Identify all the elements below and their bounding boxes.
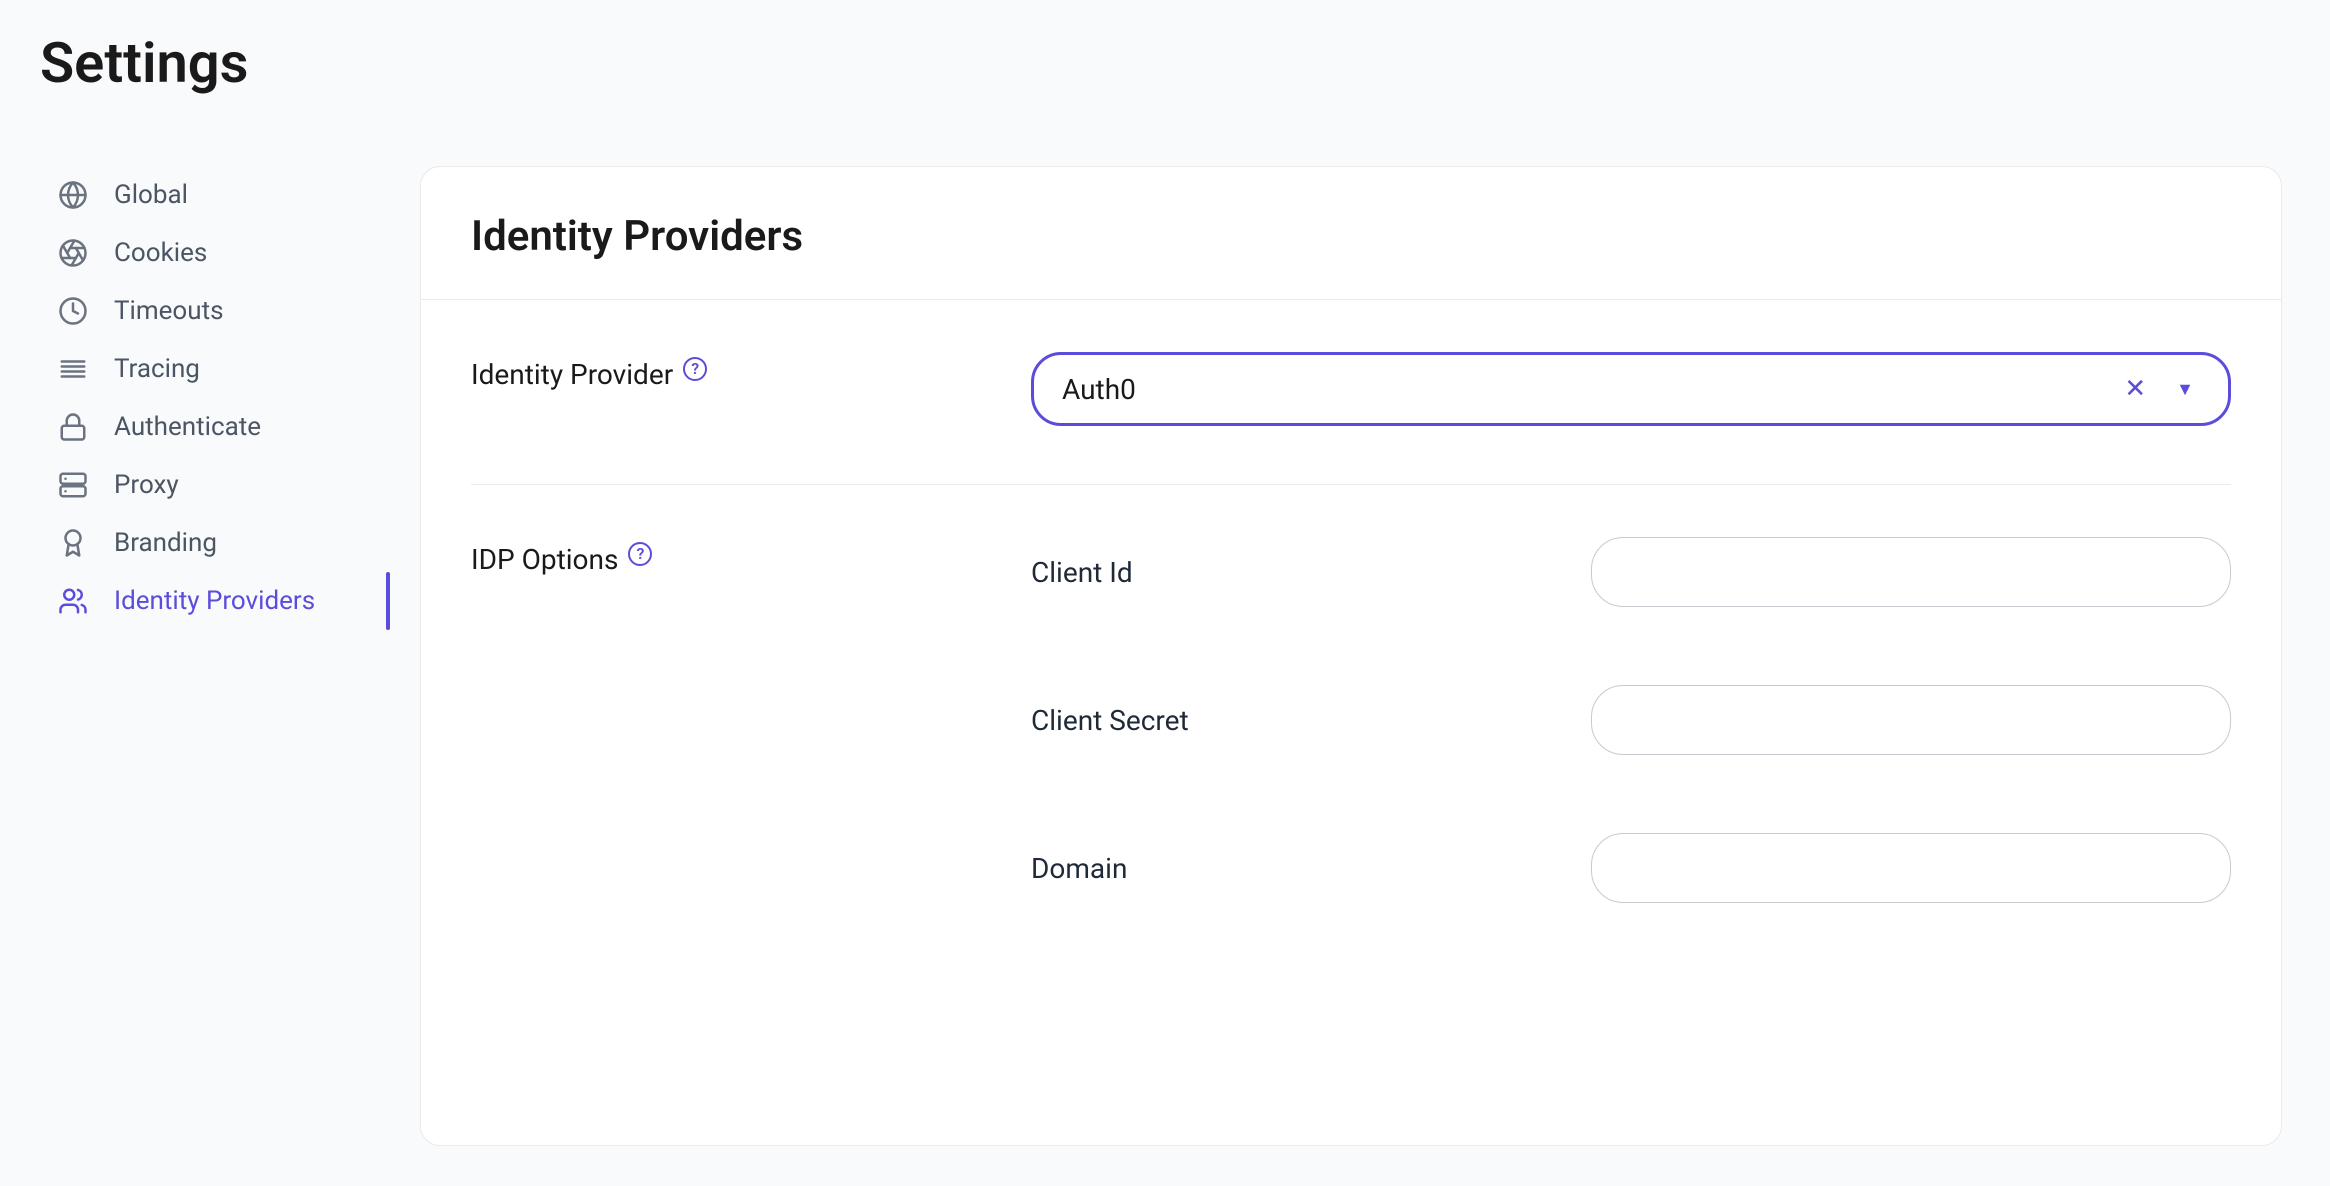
aperture-icon	[58, 238, 88, 268]
section-content: Client Id Client Secret Domain	[1031, 537, 2231, 903]
client-secret-input[interactable]	[1591, 685, 2231, 755]
sidebar-item-label: Branding	[114, 528, 217, 558]
sidebar-item-global[interactable]: Global	[58, 166, 420, 224]
field-client-secret: Client Secret	[1031, 685, 2231, 755]
main-panel: Identity Providers Identity Provider ? A…	[420, 166, 2282, 1146]
help-icon[interactable]: ?	[683, 357, 707, 381]
panel-body: Identity Provider ? Auth0 ✕ ▼ IDP Option…	[421, 300, 2281, 961]
close-icon[interactable]: ✕	[2118, 370, 2152, 408]
identity-provider-label: Identity Provider	[471, 358, 673, 391]
select-actions: ✕ ▼	[2118, 370, 2200, 408]
sidebar-item-label: Identity Providers	[114, 586, 315, 616]
sidebar-item-label: Authenticate	[114, 412, 261, 442]
client-id-input[interactable]	[1591, 537, 2231, 607]
domain-input[interactable]	[1591, 833, 2231, 903]
clock-icon	[58, 296, 88, 326]
field-domain: Domain	[1031, 833, 2231, 903]
sidebar-item-timeouts[interactable]: Timeouts	[58, 282, 420, 340]
section-label: Identity Provider ?	[471, 352, 1031, 391]
badge-icon	[58, 528, 88, 558]
panel-title: Identity Providers	[471, 212, 2231, 261]
identity-provider-select[interactable]: Auth0 ✕ ▼	[1031, 352, 2231, 426]
sidebar-item-identity-providers[interactable]: Identity Providers	[58, 572, 420, 630]
sidebar-item-label: Global	[114, 180, 188, 210]
sidebar-item-label: Proxy	[114, 470, 179, 500]
help-icon[interactable]: ?	[628, 542, 652, 566]
server-icon	[58, 470, 88, 500]
globe-icon	[58, 180, 88, 210]
sidebar-item-authenticate[interactable]: Authenticate	[58, 398, 420, 456]
section-content: Auth0 ✕ ▼	[1031, 352, 2231, 426]
chevron-down-icon[interactable]: ▼	[2170, 373, 2200, 406]
sidebar-item-tracing[interactable]: Tracing	[58, 340, 420, 398]
sidebar-item-proxy[interactable]: Proxy	[58, 456, 420, 514]
panel-header: Identity Providers	[421, 167, 2281, 300]
field-label: Client Secret	[1031, 704, 1591, 737]
field-label: Client Id	[1031, 556, 1591, 589]
users-icon	[58, 586, 88, 616]
lines-icon	[58, 354, 88, 384]
layout: Global Cookies Timeouts Tracing Authenti	[0, 166, 2330, 1146]
select-value: Auth0	[1062, 373, 2118, 406]
sidebar-item-label: Cookies	[114, 238, 207, 268]
sidebar-item-cookies[interactable]: Cookies	[58, 224, 420, 282]
section-identity-provider: Identity Provider ? Auth0 ✕ ▼	[471, 300, 2231, 485]
section-label: IDP Options ?	[471, 537, 1031, 576]
field-label: Domain	[1031, 852, 1591, 885]
field-client-id: Client Id	[1031, 537, 2231, 607]
sidebar-item-label: Tracing	[114, 354, 200, 384]
section-idp-options: IDP Options ? Client Id Client Secret Do…	[471, 485, 2231, 961]
sidebar: Global Cookies Timeouts Tracing Authenti	[0, 166, 420, 1146]
page-title: Settings	[0, 0, 2330, 96]
sidebar-item-branding[interactable]: Branding	[58, 514, 420, 572]
sidebar-item-label: Timeouts	[114, 296, 224, 326]
idp-options-label: IDP Options	[471, 543, 618, 576]
lock-icon	[58, 412, 88, 442]
